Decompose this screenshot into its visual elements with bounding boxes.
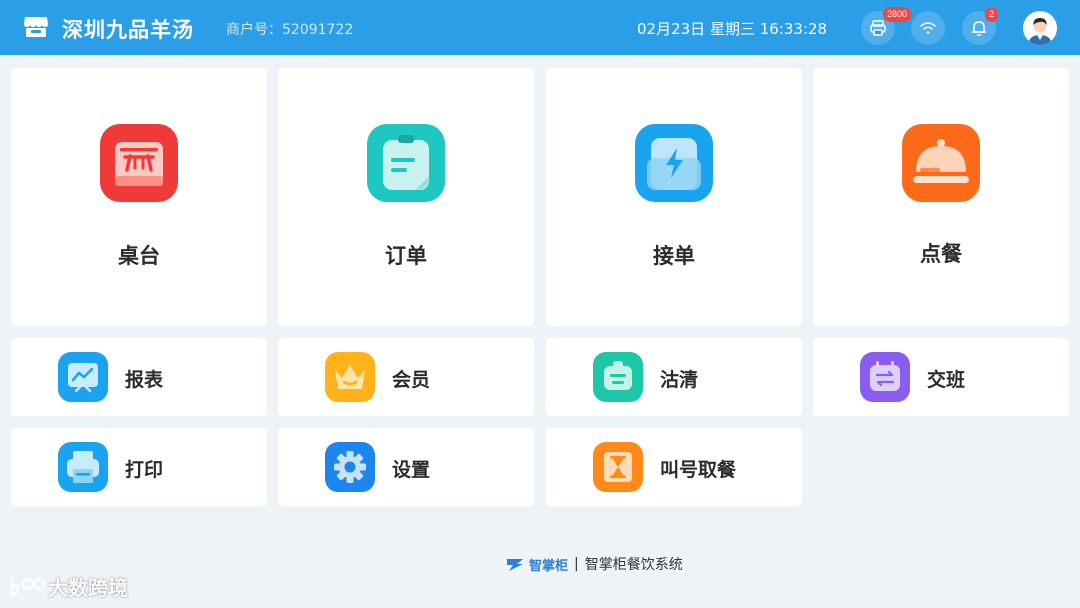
cloche-icon: [902, 124, 980, 202]
wifi-button[interactable]: [911, 11, 945, 45]
tile-label: 报表: [125, 369, 164, 391]
printer-badge: 2800: [883, 7, 912, 22]
table-icon: [100, 124, 178, 202]
clipboard-icon: [367, 124, 445, 202]
merchant-number: 商户号：52091722: [226, 22, 354, 38]
footer-brand: 智掌柜: [529, 558, 569, 574]
tile-call-number[interactable]: 叫号取餐: [546, 428, 802, 506]
tile-ordering[interactable]: 点餐: [813, 68, 1069, 326]
datetime: 02月23日 星期三 16:33:28: [637, 20, 828, 38]
top-bar: 深圳九品羊汤 商户号：52091722 02月23日 星期三 16:33:28 …: [0, 0, 1080, 55]
store-name: 深圳九品羊汤: [62, 18, 194, 42]
footer-separator: |: [574, 556, 579, 572]
watermark-text: 大数跨境: [48, 576, 128, 600]
tile-print[interactable]: 打印: [11, 428, 267, 506]
avatar-icon: [1023, 11, 1057, 45]
bag-icon: [593, 352, 643, 402]
footer-system-name: 智掌柜餐饮系统: [584, 557, 683, 573]
tile-members[interactable]: 会员: [278, 338, 534, 416]
gear-icon: [325, 442, 375, 492]
tile-reports[interactable]: 报表: [11, 338, 267, 416]
tile-label: 设置: [392, 459, 431, 481]
printer-icon: [58, 442, 108, 492]
watermark-logo-icon: [10, 576, 46, 597]
watermark: 大数跨境: [8, 572, 128, 601]
tile-label: 桌台: [118, 244, 160, 268]
tile-orders[interactable]: 订单: [278, 68, 534, 326]
printer-icon: [870, 20, 886, 36]
footer: 智掌柜 | 智掌柜餐饮系统: [505, 554, 683, 574]
tile-label: 订单: [385, 244, 427, 268]
user-avatar[interactable]: [1023, 11, 1057, 45]
tile-label: 交班: [927, 369, 966, 391]
tile-settings[interactable]: 设置: [278, 428, 534, 506]
hourglass-ticket-icon: [593, 442, 643, 492]
tile-label: 接单: [653, 244, 695, 268]
crown-icon: [325, 352, 375, 402]
chart-board-icon: [58, 352, 108, 402]
tile-label: 打印: [125, 459, 164, 481]
notification-badge: 2: [985, 7, 999, 22]
tile-label: 会员: [392, 369, 431, 391]
tile-sold-out[interactable]: 沽清: [546, 338, 802, 416]
bell-icon: [971, 21, 987, 36]
tile-label: 点餐: [920, 242, 962, 266]
tile-accept-orders[interactable]: 接单: [546, 68, 802, 326]
lightning-icon: [635, 124, 713, 202]
wifi-icon: [920, 22, 936, 34]
calendar-swap-icon: [860, 352, 910, 402]
tile-shift-handover[interactable]: 交班: [813, 338, 1069, 416]
store-icon: [24, 17, 48, 37]
tile-label: 沽清: [660, 369, 699, 391]
tile-label: 叫号取餐: [660, 459, 737, 481]
brand-logo-icon: [507, 559, 523, 571]
tile-tables[interactable]: 桌台: [11, 68, 267, 326]
